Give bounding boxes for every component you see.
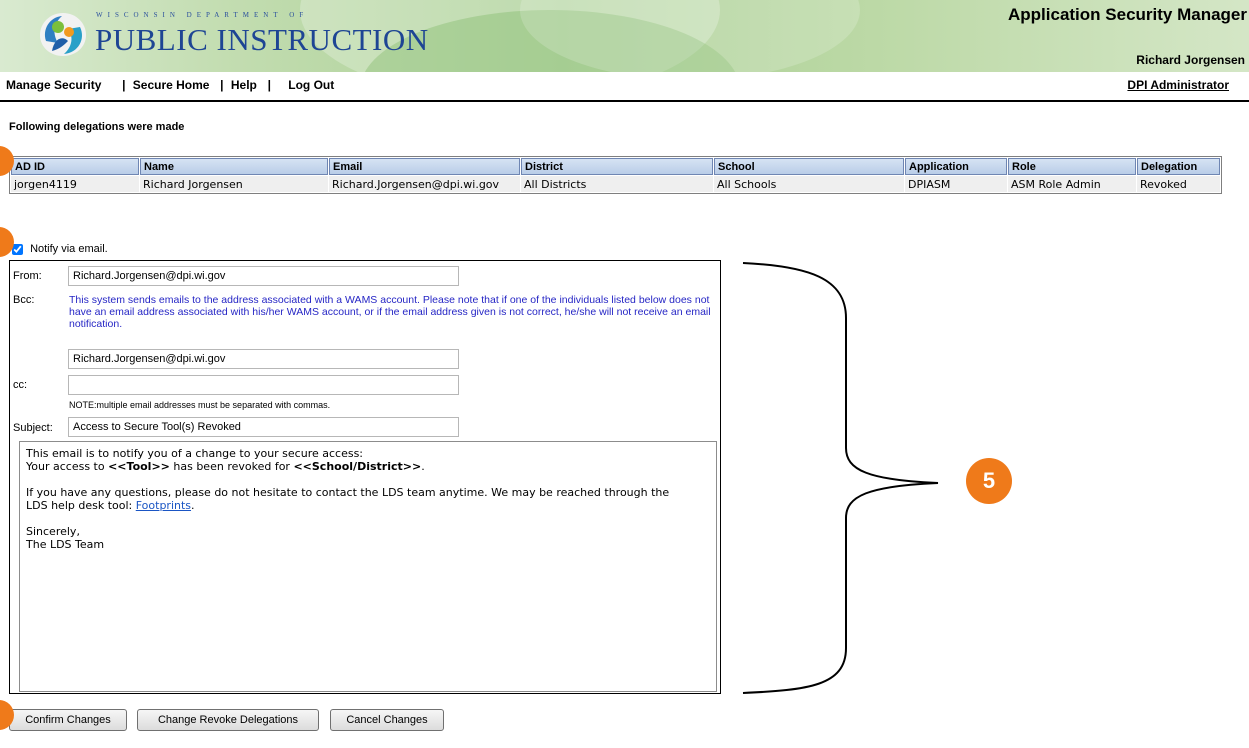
- notify-row: Notify via email.: [12, 243, 108, 255]
- column-header: Name: [140, 158, 328, 175]
- subject-field[interactable]: [68, 417, 459, 437]
- nav-separator: |: [220, 78, 224, 92]
- role-link[interactable]: DPI Administrator: [1127, 78, 1229, 92]
- cell-district: All Districts: [521, 176, 713, 192]
- email-body-editor[interactable]: This email is to notify you of a change …: [19, 441, 717, 692]
- body-line: LDS help desk tool: Footprints.: [26, 499, 195, 512]
- column-header: Application: [905, 158, 1007, 175]
- subject-label: Subject:: [13, 422, 53, 434]
- delegations-heading: Following delegations were made: [9, 121, 185, 133]
- cell-delegation: Revoked: [1137, 176, 1220, 192]
- cell-email: Richard.Jorgensen@dpi.wi.gov: [329, 176, 520, 192]
- cell-role: ASM Role Admin: [1008, 176, 1136, 192]
- column-header: AD ID: [11, 158, 139, 175]
- nav-help[interactable]: Help: [231, 78, 257, 92]
- bcc-label: Bcc:: [13, 294, 35, 306]
- body-signature: The LDS Team: [26, 538, 105, 551]
- brace-annotation: [742, 262, 939, 694]
- footprints-link[interactable]: Footprints: [136, 499, 191, 512]
- cc-label: cc:: [13, 379, 28, 391]
- column-header: Delegation: [1137, 158, 1220, 175]
- header-banner: WISCONSIN DEPARTMENT OF PUBLIC INSTRUCTI…: [0, 0, 1249, 72]
- change-revoke-delegations-button[interactable]: Change Revoke Delegations: [137, 709, 319, 731]
- cancel-changes-button[interactable]: Cancel Changes: [330, 709, 444, 731]
- nav-log-out[interactable]: Log Out: [288, 78, 334, 92]
- cell-name: Richard Jorgensen: [140, 176, 328, 192]
- delegations-table: AD ID Name Email District School Applica…: [9, 156, 1222, 194]
- callout-badge-5: 5: [966, 458, 1012, 504]
- body-line: If you have any questions, please do not…: [26, 486, 670, 499]
- user-name: Richard Jorgensen: [1136, 53, 1245, 67]
- body-line: Your access to <<Tool>> has been revoked…: [26, 460, 425, 473]
- nav-divider: [0, 100, 1249, 102]
- bcc-note: This system sends emails to the address …: [69, 294, 711, 330]
- dpi-logo-icon: [40, 13, 86, 56]
- column-header: Role: [1008, 158, 1136, 175]
- logo-title: PUBLIC INSTRUCTION: [95, 22, 429, 57]
- table-header-row: AD ID Name Email District School Applica…: [11, 158, 1220, 175]
- email-form: From: Bcc: This system sends emails to t…: [9, 260, 721, 694]
- cell-application: DPIASM: [905, 176, 1007, 192]
- body-closing: Sincerely,: [26, 525, 80, 538]
- from-field[interactable]: [68, 266, 459, 286]
- school-district-placeholder: <<School/District>>: [293, 460, 422, 473]
- from-label: From:: [13, 270, 42, 282]
- cc-field[interactable]: [68, 375, 459, 395]
- nav-separator: |: [122, 78, 126, 92]
- app-title: Application Security Manager: [1008, 5, 1247, 24]
- table-row: jorgen4119 Richard Jorgensen Richard.Jor…: [11, 176, 1220, 192]
- nav-secure-home[interactable]: Secure Home: [133, 78, 210, 92]
- bcc-field[interactable]: [68, 349, 459, 369]
- nav-manage-security[interactable]: Manage Security: [6, 78, 101, 92]
- logo-subtitle: WISCONSIN DEPARTMENT OF: [96, 11, 309, 19]
- column-header: School: [714, 158, 904, 175]
- cell-ad-id: jorgen4119: [11, 176, 139, 192]
- cc-note: NOTE:multiple email addresses must be se…: [69, 400, 331, 410]
- body-line: This email is to notify you of a change …: [26, 447, 364, 460]
- column-header: District: [521, 158, 713, 175]
- nav-separator: |: [267, 78, 271, 92]
- confirm-changes-button[interactable]: Confirm Changes: [9, 709, 127, 731]
- top-nav: Manage Security | Secure Home | Help | L…: [6, 78, 334, 92]
- column-header: Email: [329, 158, 520, 175]
- notify-label: Notify via email.: [30, 243, 108, 255]
- tool-placeholder: <<Tool>>: [108, 460, 170, 473]
- cell-school: All Schools: [714, 176, 904, 192]
